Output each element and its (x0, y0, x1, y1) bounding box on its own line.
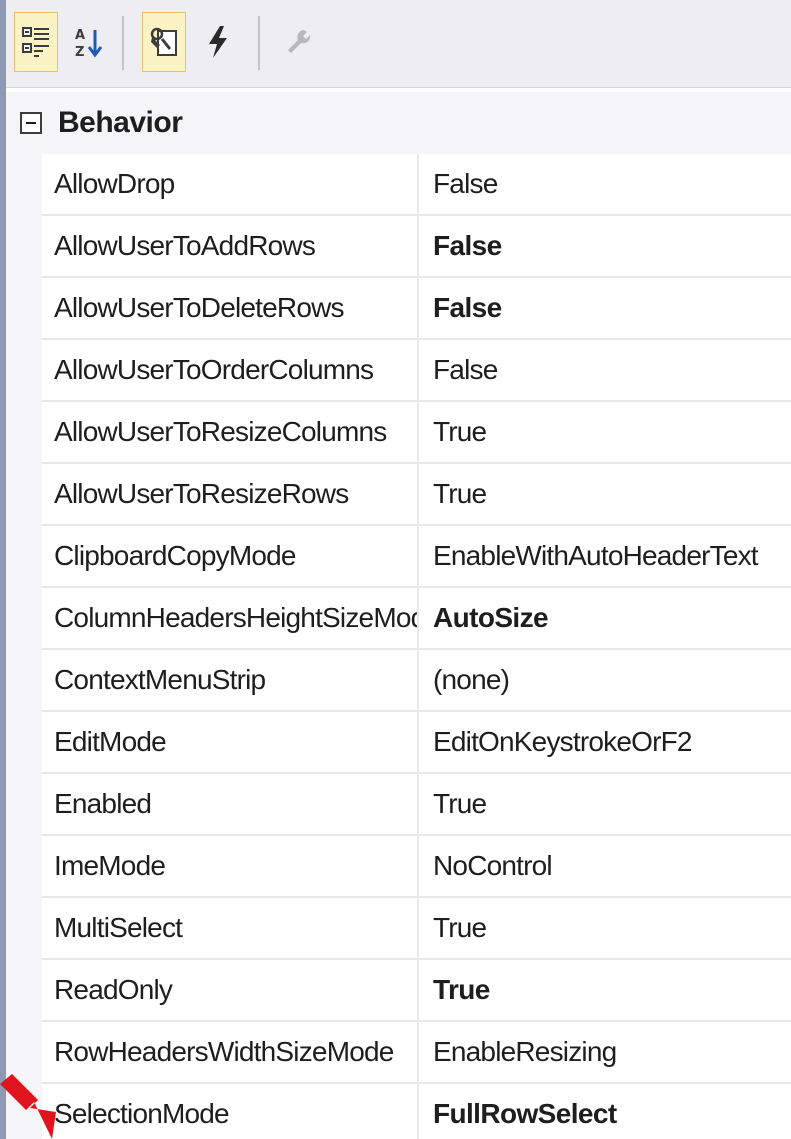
property-grid-toolbar: A Z (6, 0, 791, 88)
wrench-icon (288, 30, 311, 53)
property-row[interactable]: ReadOnly True (6, 960, 791, 1022)
properties-button[interactable] (142, 12, 186, 72)
property-value[interactable]: True (419, 960, 791, 1022)
row-gutter (6, 154, 42, 216)
property-row[interactable]: Enabled True (6, 774, 791, 836)
property-grid: Behavior AllowDrop False AllowUserToAddRow… (6, 92, 791, 1139)
property-row[interactable]: ImeMode NoControl (6, 836, 791, 898)
property-row[interactable]: AllowDrop False (6, 154, 791, 216)
alphabetical-sort-icon: A Z (75, 28, 103, 59)
property-value[interactable]: False (419, 340, 791, 402)
property-value[interactable]: True (419, 464, 791, 526)
property-value[interactable]: True (419, 898, 791, 960)
property-value[interactable]: False (419, 154, 791, 216)
property-name[interactable]: AllowUserToAddRows (42, 216, 419, 278)
property-name[interactable]: AllowUserToOrderColumns (42, 340, 419, 402)
row-gutter (6, 526, 42, 588)
svg-text:A: A (75, 28, 85, 43)
property-row[interactable]: EditMode EditOnKeystrokeOrF2 (6, 712, 791, 774)
toolbar-separator (258, 16, 260, 70)
property-row[interactable]: SelectionMode FullRowSelect (6, 1084, 791, 1139)
toolbar-separator (122, 16, 124, 70)
property-value[interactable]: False (419, 278, 791, 340)
property-row[interactable]: MultiSelect True (6, 898, 791, 960)
category-behavior[interactable]: Behavior (6, 92, 791, 154)
property-row[interactable]: ContextMenuStrip (none) (6, 650, 791, 712)
row-gutter (6, 898, 42, 960)
property-name[interactable]: ReadOnly (42, 960, 419, 1022)
row-gutter (6, 402, 42, 464)
red-pointer-arrow-icon (0, 1074, 56, 1139)
property-value[interactable]: True (419, 402, 791, 464)
property-value[interactable]: AutoSize (419, 588, 791, 650)
property-name[interactable]: AllowUserToResizeColumns (42, 402, 419, 464)
row-gutter (6, 774, 42, 836)
property-row[interactable]: RowHeadersWidthSizeMode EnableResizing (6, 1022, 791, 1084)
row-gutter (6, 836, 42, 898)
property-row[interactable]: AllowUserToOrderColumns False (6, 340, 791, 402)
row-gutter (6, 464, 42, 526)
events-lightning-icon (209, 26, 227, 58)
property-name[interactable]: AllowUserToDeleteRows (42, 278, 419, 340)
row-gutter (6, 960, 42, 1022)
property-name[interactable]: Enabled (42, 774, 419, 836)
property-row[interactable]: AllowUserToDeleteRows False (6, 278, 791, 340)
property-row[interactable]: AllowUserToResizeColumns True (6, 402, 791, 464)
row-gutter (6, 650, 42, 712)
property-row[interactable]: ColumnHeadersHeightSizeMode AutoSize (6, 588, 791, 650)
property-value[interactable]: EnableWithAutoHeaderText (419, 526, 791, 588)
property-value[interactable]: NoControl (419, 836, 791, 898)
property-value[interactable]: False (419, 216, 791, 278)
row-gutter (6, 588, 42, 650)
property-value[interactable]: True (419, 774, 791, 836)
property-pages-button[interactable] (276, 12, 320, 72)
property-value[interactable]: FullRowSelect (419, 1084, 791, 1139)
property-row[interactable]: ClipboardCopyMode EnableWithAutoHeaderTex… (6, 526, 791, 588)
row-gutter (6, 340, 42, 402)
property-row[interactable]: AllowUserToResizeRows True (6, 464, 791, 526)
category-label: Behavior (58, 106, 183, 139)
property-name[interactable]: SelectionMode (42, 1084, 419, 1139)
properties-icon (150, 27, 177, 56)
collapse-icon[interactable] (20, 112, 42, 134)
property-row[interactable]: AllowUserToAddRows False (6, 216, 791, 278)
property-name[interactable]: AllowUserToResizeRows (42, 464, 419, 526)
property-name[interactable]: RowHeadersWidthSizeMode (42, 1022, 419, 1084)
property-name[interactable]: AllowDrop (42, 154, 419, 216)
property-rows: AllowDrop False AllowUserToAddRows False All… (6, 154, 791, 1139)
property-name[interactable]: ClipboardCopyMode (42, 526, 419, 588)
property-name[interactable]: ContextMenuStrip (42, 650, 419, 712)
alphabetical-button[interactable]: A Z (66, 12, 110, 72)
row-gutter (6, 278, 42, 340)
categorized-button[interactable] (14, 12, 58, 72)
row-gutter (6, 712, 42, 774)
property-name[interactable]: ImeMode (42, 836, 419, 898)
property-name[interactable]: ColumnHeadersHeightSizeMode (42, 588, 419, 650)
property-value[interactable]: EditOnKeystrokeOrF2 (419, 712, 791, 774)
property-name[interactable]: MultiSelect (42, 898, 419, 960)
svg-text:Z: Z (75, 45, 84, 59)
property-name[interactable]: EditMode (42, 712, 419, 774)
events-button[interactable] (196, 12, 240, 72)
categorized-icon (22, 27, 49, 57)
property-value[interactable]: (none) (419, 650, 791, 712)
property-value[interactable]: EnableResizing (419, 1022, 791, 1084)
row-gutter (6, 216, 42, 278)
